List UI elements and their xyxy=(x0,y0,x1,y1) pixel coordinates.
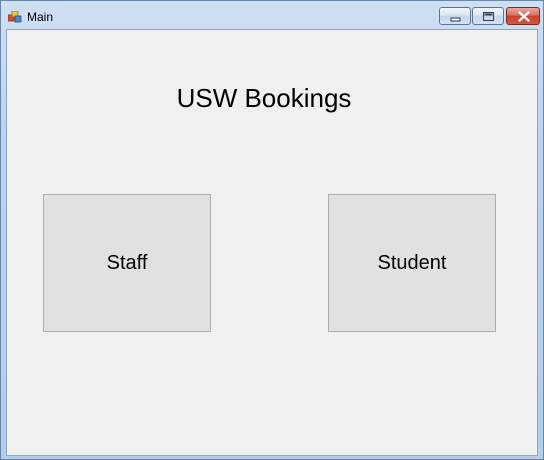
maximize-icon xyxy=(483,12,494,21)
window-title: Main xyxy=(27,10,54,24)
maximize-button[interactable] xyxy=(472,7,504,25)
form-client-area: USW Bookings Staff Student xyxy=(6,29,538,456)
app-icon xyxy=(7,10,22,23)
title-bar[interactable]: Main xyxy=(1,1,543,29)
close-icon xyxy=(518,11,530,22)
minimize-icon xyxy=(450,17,461,22)
minimize-button[interactable] xyxy=(439,7,471,25)
page-title: USW Bookings xyxy=(176,83,352,113)
close-button[interactable] xyxy=(506,7,540,25)
staff-button[interactable]: Staff xyxy=(43,194,211,332)
main-window: Main USW Bookings Staff Student xyxy=(0,0,544,460)
student-button[interactable]: Student xyxy=(328,194,496,332)
